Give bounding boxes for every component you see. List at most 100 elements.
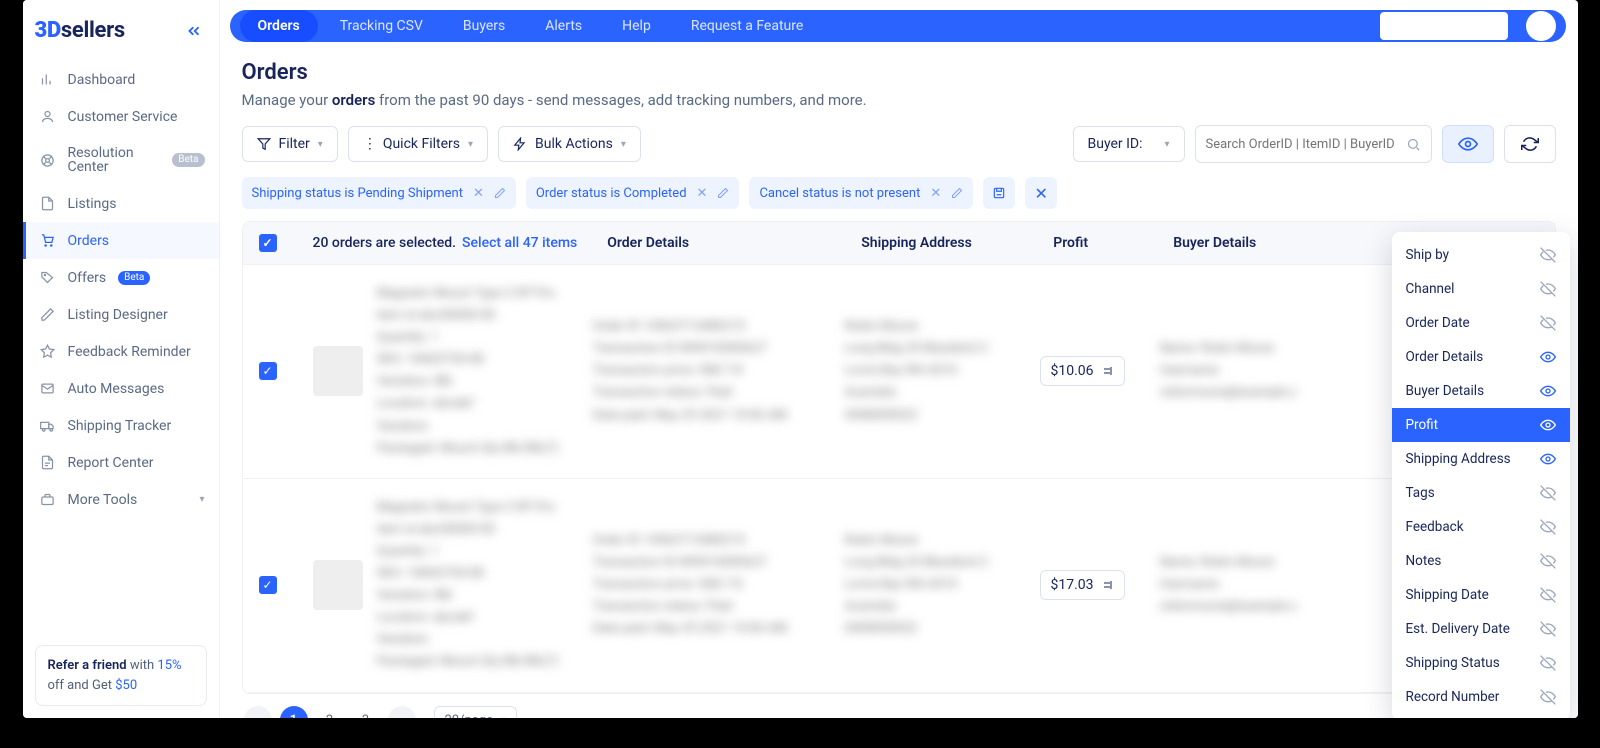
column-toggle-ship-by[interactable]: Ship by bbox=[1392, 238, 1570, 272]
quick-filters-button[interactable]: ⋮Quick Filters▾ bbox=[348, 126, 488, 162]
tab-orders[interactable]: Orders bbox=[240, 10, 318, 42]
order-search[interactable] bbox=[1195, 125, 1432, 163]
select-all-checkbox[interactable]: ✓ bbox=[259, 234, 277, 252]
page-3[interactable]: 3 bbox=[352, 706, 380, 718]
pencil-icon bbox=[40, 307, 56, 322]
column-toggle-tags[interactable]: Tags bbox=[1392, 476, 1570, 510]
sidebar-item-resolution-center[interactable]: Resolution CenterBeta bbox=[23, 135, 219, 185]
eye-off-icon bbox=[1540, 553, 1556, 569]
column-toggle-est--delivery-date[interactable]: Est. Delivery Date bbox=[1392, 612, 1570, 646]
sidebar-item-label: Shipping Tracker bbox=[68, 419, 172, 433]
column-toggle-order-date[interactable]: Order Date bbox=[1392, 306, 1570, 340]
tab-request-a-feature[interactable]: Request a Feature bbox=[673, 10, 822, 42]
select-all-link[interactable]: Select all 47 items bbox=[462, 235, 577, 251]
logo-row: 3Dsellers bbox=[23, 18, 219, 61]
chip-remove-icon[interactable]: ✕ bbox=[473, 186, 484, 201]
sidebar-item-auto-messages[interactable]: Auto Messages bbox=[23, 370, 219, 407]
column-toggle-feedback[interactable]: Feedback bbox=[1392, 510, 1570, 544]
col-order-details: Order Details bbox=[607, 235, 861, 251]
chip-edit-icon[interactable] bbox=[494, 187, 506, 199]
page-title: Orders bbox=[242, 60, 1556, 85]
sidebar-item-shipping-tracker[interactable]: Shipping Tracker bbox=[23, 407, 219, 444]
order-details-blurred: Order ID 14563713480219Transaction ID 89… bbox=[593, 316, 845, 426]
chip-edit-icon[interactable] bbox=[717, 187, 729, 199]
column-toggle-buyer-details[interactable]: Buyer Details bbox=[1392, 374, 1570, 408]
pagination: ‹ 123 › 20/page▾ bbox=[242, 694, 1556, 719]
chip-clear-icon[interactable]: ✕ bbox=[1025, 177, 1057, 209]
chevron-down-icon: ▾ bbox=[199, 495, 204, 505]
page-prev[interactable]: ‹ bbox=[244, 706, 272, 718]
profit-cell: $17.03 bbox=[1040, 570, 1160, 600]
profit-value[interactable]: $17.03 bbox=[1040, 570, 1125, 600]
table-body: ✓Magnetic Mount Type 3 XP Proitem id abc… bbox=[243, 265, 1555, 693]
refer-a-friend-box[interactable]: Refer a friend with 15% off and Get $50 bbox=[35, 645, 207, 706]
buyer-id-select[interactable]: Buyer ID:▾ bbox=[1073, 126, 1185, 162]
sidebar-item-report-center[interactable]: Report Center bbox=[23, 444, 219, 481]
order-search-input[interactable] bbox=[1206, 137, 1406, 152]
page-next[interactable]: › bbox=[388, 706, 416, 718]
chip-label: Shipping status is Pending Shipment bbox=[252, 186, 463, 201]
eye-off-icon bbox=[1540, 519, 1556, 535]
sidebar-item-offers[interactable]: OffersBeta bbox=[23, 259, 219, 296]
nav-list: DashboardCustomer ServiceResolution Cent… bbox=[23, 61, 219, 633]
bulk-actions-button[interactable]: Bulk Actions▾ bbox=[498, 126, 641, 162]
bar-chart-icon bbox=[40, 72, 56, 87]
column-label: Shipping Date bbox=[1406, 587, 1489, 603]
sidebar-collapse-icon[interactable] bbox=[185, 22, 203, 40]
page-size-select[interactable]: 20/page▾ bbox=[434, 706, 518, 719]
tab-alerts[interactable]: Alerts bbox=[527, 10, 600, 42]
sidebar-item-label: More Tools bbox=[68, 493, 138, 507]
filter-button[interactable]: Filter▾ bbox=[242, 126, 338, 162]
tab-help[interactable]: Help bbox=[604, 10, 669, 42]
column-toggle-notes[interactable]: Notes bbox=[1392, 544, 1570, 578]
eye-icon bbox=[1540, 383, 1556, 399]
column-label: Feedback bbox=[1406, 519, 1464, 535]
sidebar-item-feedback-reminder[interactable]: Feedback Reminder bbox=[23, 333, 219, 370]
profit-value[interactable]: $10.06 bbox=[1040, 356, 1125, 386]
page-1[interactable]: 1 bbox=[280, 706, 308, 718]
row-checkbox[interactable]: ✓ bbox=[259, 576, 277, 594]
sidebar-item-label: Auto Messages bbox=[68, 382, 165, 396]
top-search-input[interactable] bbox=[1380, 12, 1508, 40]
eye-off-icon bbox=[1540, 689, 1556, 705]
sidebar-item-label: Resolution Center bbox=[68, 146, 161, 174]
sidebar-item-listings[interactable]: Listings bbox=[23, 185, 219, 222]
refresh-button[interactable] bbox=[1504, 125, 1556, 163]
column-toggle-profit[interactable]: Profit bbox=[1392, 408, 1570, 442]
column-toggle-record-number[interactable]: Record Number bbox=[1392, 680, 1570, 714]
eye-icon bbox=[1540, 417, 1556, 433]
column-toggle-shipping-address[interactable]: Shipping Address bbox=[1392, 442, 1570, 476]
column-toggle-shipping-date[interactable]: Shipping Date bbox=[1392, 578, 1570, 612]
adjust-icon bbox=[1102, 579, 1114, 591]
sidebar-item-label: Dashboard bbox=[68, 73, 136, 87]
app-root: 3Dsellers DashboardCustomer ServiceResol… bbox=[23, 0, 1578, 718]
column-toggle-shipping-status[interactable]: Shipping Status bbox=[1392, 646, 1570, 680]
sidebar-item-customer-service[interactable]: Customer Service bbox=[23, 98, 219, 135]
top-nav: OrdersTracking CSVBuyersAlertsHelpReques… bbox=[230, 10, 1566, 42]
chip-save-icon[interactable] bbox=[983, 177, 1015, 209]
column-toggle-channel[interactable]: Channel bbox=[1392, 272, 1570, 306]
column-label: Order Date bbox=[1406, 315, 1470, 331]
tab-buyers[interactable]: Buyers bbox=[445, 10, 523, 42]
user-icon bbox=[40, 109, 56, 124]
eye-off-icon bbox=[1540, 655, 1556, 671]
column-label: Notes bbox=[1406, 553, 1442, 569]
sidebar-item-orders[interactable]: Orders bbox=[23, 222, 219, 259]
avatar[interactable] bbox=[1526, 11, 1556, 41]
chip-remove-icon[interactable]: ✕ bbox=[697, 186, 708, 201]
column-label: Buyer Details bbox=[1406, 383, 1485, 399]
sidebar-item-label: Orders bbox=[68, 234, 110, 248]
columns-toggle-button[interactable] bbox=[1442, 125, 1494, 163]
chip-remove-icon[interactable]: ✕ bbox=[930, 186, 941, 201]
tab-tracking-csv[interactable]: Tracking CSV bbox=[322, 10, 441, 42]
column-toggle-order-details[interactable]: Order Details bbox=[1392, 340, 1570, 374]
page-2[interactable]: 2 bbox=[316, 706, 344, 718]
sidebar-item-listing-designer[interactable]: Listing Designer bbox=[23, 296, 219, 333]
row-checkbox[interactable]: ✓ bbox=[259, 362, 277, 380]
chip-edit-icon[interactable] bbox=[951, 187, 963, 199]
filter-chip: Shipping status is Pending Shipment ✕ bbox=[242, 177, 516, 209]
sidebar-item-dashboard[interactable]: Dashboard bbox=[23, 61, 219, 98]
sidebar-item-more-tools[interactable]: More Tools ▾ bbox=[23, 481, 219, 518]
mail-icon bbox=[40, 381, 56, 396]
column-label: Profit bbox=[1406, 417, 1439, 433]
